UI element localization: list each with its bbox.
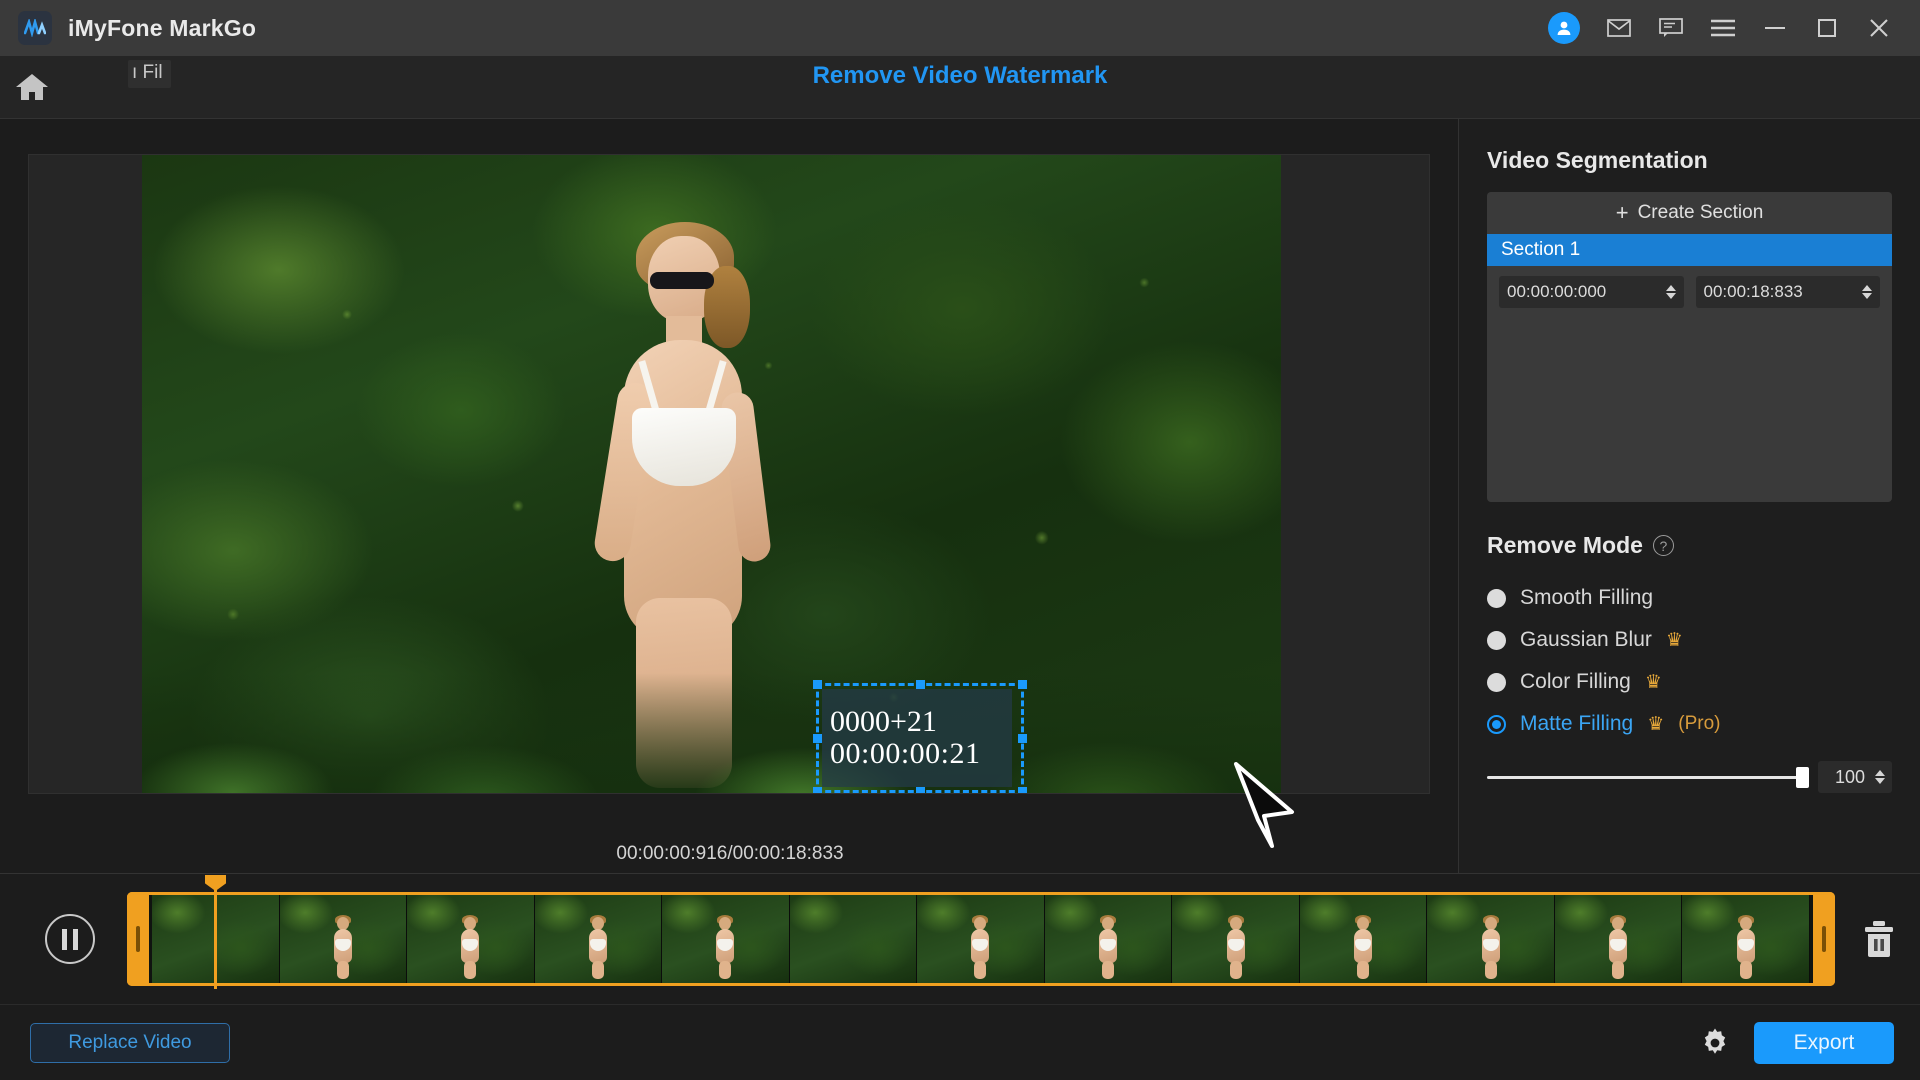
resize-handle-n[interactable]	[916, 680, 925, 689]
filmstrip-frame	[1554, 895, 1683, 983]
title-bar: iMyFone MarkGo	[0, 0, 1920, 56]
replace-video-button[interactable]: Replace Video	[30, 1022, 230, 1063]
filmstrip-frame	[1299, 895, 1428, 983]
filmstrip-frame	[789, 895, 918, 983]
crown-icon-matte-filling: ♛	[1647, 713, 1665, 735]
section-end-time-input[interactable]: 00:00:18:833	[1695, 276, 1880, 308]
export-button[interactable]: Export	[1754, 1021, 1894, 1064]
filmstrip-frame	[662, 895, 790, 983]
remove-mode-option-gaussian-blur[interactable]: Gaussian Blur ♛	[1487, 619, 1892, 661]
account-avatar-icon[interactable]	[1548, 12, 1580, 44]
filmstrip-frame	[534, 895, 663, 983]
filmstrip-frame	[1427, 895, 1555, 983]
section-name: Section 1	[1501, 239, 1581, 260]
create-section-label: Create Section	[1637, 202, 1764, 223]
maximize-icon[interactable]	[1814, 15, 1840, 41]
filmstrip-frame	[1172, 895, 1300, 983]
scene-foreground-bush	[142, 673, 1281, 793]
resize-handle-s[interactable]	[916, 787, 925, 793]
remove-mode-option-matte-filling[interactable]: Matte Filling ♛ (Pro)	[1487, 703, 1892, 745]
resize-handle-sw[interactable]	[813, 787, 822, 793]
question-mark-icon[interactable]: ?	[1652, 535, 1674, 556]
section-end-stepper[interactable]	[1862, 285, 1872, 299]
section-start-stepper[interactable]	[1665, 285, 1676, 299]
label-color-filling: Color Filling	[1520, 670, 1631, 693]
matte-strength-input[interactable]: 100	[1818, 761, 1892, 793]
file-name-hint: ı Fil	[128, 60, 171, 88]
remove-mode-option-color-filling[interactable]: Color Filling ♛	[1487, 661, 1892, 703]
bottom-action-bar: Replace Video Export	[0, 1004, 1920, 1080]
video-segmentation-title: Video Segmentation	[1487, 147, 1708, 173]
filmstrip-frame	[407, 895, 535, 983]
timeline-bar	[0, 874, 1920, 1004]
radio-gaussian-blur[interactable]	[1487, 630, 1506, 650]
watermark-selection-box[interactable]	[813, 680, 1027, 793]
filmstrip-frame	[279, 895, 408, 983]
trash-icon[interactable]	[1857, 915, 1901, 963]
resize-handle-w[interactable]	[813, 734, 822, 743]
video-canvas[interactable]: 0000+21 00:00:00:21	[142, 155, 1281, 793]
segmentation-list: + Create Section Section 1 00:00:00:000 …	[1487, 192, 1892, 502]
video-scene	[142, 155, 1281, 793]
plus-icon: +	[1615, 200, 1629, 225]
gear-icon[interactable]	[1700, 1028, 1730, 1058]
remove-mode-option-smooth-filling[interactable]: Smooth Filling	[1487, 577, 1892, 619]
resize-handle-ne[interactable]	[1018, 680, 1027, 689]
resize-handle-nw[interactable]	[813, 680, 822, 689]
filmstrip-frame	[1044, 895, 1173, 983]
radio-matte-filling[interactable]	[1487, 714, 1506, 734]
timeline-filmstrip[interactable]	[127, 875, 1835, 989]
trim-handle-left[interactable]	[127, 892, 149, 986]
create-section-button[interactable]: + Create Section	[1487, 192, 1892, 234]
bottom-right-actions: Export	[1700, 1021, 1920, 1064]
playhead-marker[interactable]	[205, 875, 226, 989]
preview-area: 0000+21 00:00:00:21 00:00:00:916/00:00:1…	[0, 119, 1458, 873]
app-header	[0, 56, 1920, 118]
crown-icon-color-filling: ♛	[1644, 671, 1662, 693]
resize-handle-e[interactable]	[1018, 734, 1027, 743]
matte-strength-row: 100	[1487, 761, 1892, 793]
trim-handle-right[interactable]	[1813, 892, 1835, 986]
minimize-icon[interactable]	[1762, 15, 1788, 41]
menu-icon[interactable]	[1710, 15, 1736, 41]
filmstrip-frame	[1682, 895, 1810, 983]
matte-strength-value: 100	[1834, 766, 1866, 787]
radio-color-filling[interactable]	[1487, 672, 1506, 692]
playhead-knob[interactable]	[205, 875, 226, 891]
radio-smooth-filling[interactable]	[1487, 588, 1506, 608]
crown-icon-gaussian-blur: ♛	[1665, 629, 1683, 651]
pause-icon[interactable]	[45, 914, 95, 964]
home-icon[interactable]	[0, 56, 64, 118]
filmstrip-frame	[917, 895, 1045, 983]
matte-strength-stepper[interactable]	[1875, 770, 1885, 784]
section-start-time-input[interactable]: 00:00:00:000	[1499, 276, 1684, 308]
section-list-item[interactable]: Section 1	[1487, 234, 1892, 266]
label-smooth-filling: Smooth Filling	[1520, 586, 1654, 609]
remove-mode-title: Remove Mode	[1487, 532, 1643, 558]
slider-knob[interactable]	[1796, 766, 1809, 788]
pro-badge: (Pro)	[1678, 713, 1721, 734]
section-start-value: 00:00:00:000	[1507, 282, 1607, 301]
app-title: iMyFone MarkGo	[68, 14, 257, 41]
section-time-row: 00:00:00:000 00:00:18:833	[1487, 266, 1892, 308]
window-controls	[1548, 12, 1920, 44]
remove-mode-header: Remove Mode ?	[1487, 532, 1892, 559]
resize-handle-se[interactable]	[1018, 787, 1027, 793]
filmstrip-frames	[152, 895, 1810, 983]
matte-strength-slider[interactable]	[1487, 766, 1809, 788]
mail-icon[interactable]	[1606, 15, 1632, 41]
right-settings-panel: Video Segmentation + Create Section Sect…	[1458, 119, 1920, 873]
playback-time-readout: 00:00:00:916/00:00:18:833	[616, 843, 844, 864]
label-gaussian-blur: Gaussian Blur	[1520, 628, 1652, 651]
feedback-chat-icon[interactable]	[1658, 15, 1684, 41]
label-matte-filling: Matte Filling	[1520, 712, 1634, 735]
app-logo-icon	[18, 11, 52, 45]
video-preview-container: 0000+21 00:00:00:21 00:00:00:916/00:00:1…	[28, 154, 1430, 864]
remove-mode-options: Smooth Filling Gaussian Blur ♛ Color Fil…	[1487, 577, 1892, 745]
close-icon[interactable]	[1866, 15, 1892, 41]
section-end-value: 00:00:18:833	[1703, 282, 1803, 301]
